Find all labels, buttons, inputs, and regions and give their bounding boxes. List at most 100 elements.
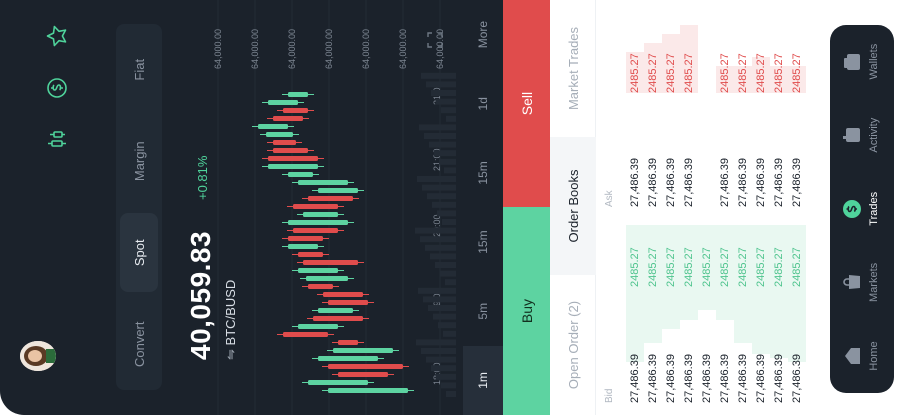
fullscreen-corner <box>427 32 432 37</box>
orderbook-row: 27,486.39 2485.27 27,486.39 2485.27 <box>788 0 806 415</box>
volume-bar <box>434 150 456 157</box>
volume-bar <box>428 305 456 311</box>
bid-amount: 2485.27 <box>719 247 731 287</box>
trade-actions: Buy Sell <box>503 0 550 415</box>
volume-bar <box>431 90 456 96</box>
candle-down <box>298 252 323 257</box>
bid-amount: 2485.27 <box>683 247 695 287</box>
bid-price: 27,486.39 <box>791 354 803 403</box>
ask-amount: 2485.27 <box>647 53 659 93</box>
orderbook-row: 27,486.39 2485.27 27,486.39 2485.27 <box>716 0 734 415</box>
buy-button[interactable]: Buy <box>503 207 550 415</box>
nav-item-activity[interactable]: Activity <box>830 98 894 172</box>
app-screen: Convert Spot Margin Fiat 40,059.83 +0.81% ⇋… <box>0 0 924 415</box>
tab-fiat[interactable]: Fiat <box>116 24 162 116</box>
timeframe-selector: 1m 5m 15m 15m 1d More <box>463 0 503 415</box>
nav-label: Home <box>868 341 880 371</box>
volume-bar <box>417 176 456 182</box>
candlestick-toggle-icon[interactable] <box>44 126 70 152</box>
markets-icon <box>840 270 864 294</box>
bid-column-header: Bid <box>604 388 615 403</box>
volume-bar <box>421 348 456 354</box>
timeframe-1d[interactable]: 1d <box>463 69 503 138</box>
volume-bar <box>441 382 456 389</box>
timeframe-5m[interactable]: 5m <box>463 277 503 346</box>
candle-down <box>313 316 363 321</box>
price-axis-label: 64,000.00 <box>435 29 445 69</box>
candle-down <box>283 332 328 337</box>
volume-bar <box>416 339 456 346</box>
candle-down <box>293 204 338 209</box>
bid-amount: 2485.27 <box>791 247 803 287</box>
bid-depth-bar <box>788 225 806 362</box>
candlestick-chart: 64,000.00 64,000.00 64,000.00 64,000.00 64,0… <box>213 0 456 415</box>
top-toolbar <box>0 0 90 415</box>
candle-down <box>268 156 318 161</box>
orderbook-tab-2[interactable]: Market Trades <box>550 0 596 137</box>
orderbook-tabs: Open Order (2) Order Books Market Trades <box>550 0 596 415</box>
volume-bar <box>436 373 456 380</box>
volume-bar <box>432 201 456 208</box>
candle-down <box>288 236 323 241</box>
candle-down <box>338 340 358 345</box>
orderbook-tab-0[interactable]: Open Order (2) <box>550 275 596 415</box>
nav-item-trades[interactable]: Trades <box>830 172 894 246</box>
orderbook-row: 27,486.39 2485.27 <box>698 0 716 415</box>
price-axis-label: 64,000.00 <box>213 29 223 69</box>
volume-bar <box>424 133 456 139</box>
candle-up <box>318 308 353 313</box>
nav-item-markets[interactable]: Markets <box>830 245 894 319</box>
volume-bar <box>431 365 456 372</box>
sell-button[interactable]: Sell <box>503 0 550 207</box>
wallets-icon <box>840 50 864 74</box>
candle-up <box>298 268 338 273</box>
orderbook-row: 27,486.39 2485.27 27,486.39 2485.27 <box>752 0 770 415</box>
timeframe-15m[interactable]: 15m <box>463 208 503 277</box>
ask-price: 27,486.39 <box>737 158 749 207</box>
nav-item-wallets[interactable]: Wallets <box>830 25 894 99</box>
trades-icon <box>840 197 864 221</box>
orderbook-panel: Open Order (2) Order Books Market Trades B… <box>550 0 924 415</box>
volume-bar <box>441 107 456 114</box>
timeframe-more[interactable]: More <box>463 0 503 69</box>
ask-price: 27,486.39 <box>683 158 695 207</box>
bid-amount: 2485.27 <box>737 247 749 287</box>
bid-amount: 2485.27 <box>773 247 785 287</box>
candle-up <box>298 324 338 329</box>
candle-up <box>318 188 358 193</box>
nav-label: Activity <box>868 117 880 153</box>
volume-bar <box>427 193 456 200</box>
bid-price: 27,486.39 <box>737 354 749 403</box>
nav-item-home[interactable]: Home <box>830 319 894 393</box>
candle-up <box>288 244 318 249</box>
tab-spot[interactable]: Spot <box>120 213 158 293</box>
candle-down <box>283 108 308 113</box>
volume-bar <box>419 124 456 131</box>
timeframe-15m[interactable]: 15m <box>463 138 503 207</box>
tab-margin[interactable]: Margin <box>116 116 162 208</box>
bid-depth-bar <box>752 225 770 355</box>
candle-up <box>266 132 293 137</box>
bid-price: 27,486.39 <box>755 354 767 403</box>
timeframe-1m[interactable]: 1m <box>463 345 503 415</box>
ask-amount: 2485.27 <box>665 53 677 93</box>
volume-bar <box>443 330 456 337</box>
fullscreen-corner <box>427 43 432 48</box>
price-axis-label: 64,000.00 <box>398 29 408 69</box>
orderbook-tab-1[interactable]: Order Books <box>550 137 596 275</box>
home-icon <box>840 344 864 368</box>
candle-down <box>293 228 338 233</box>
ask-amount: 2485.27 <box>755 53 767 93</box>
candle-up <box>303 212 338 217</box>
candle-down <box>303 260 358 265</box>
tab-convert[interactable]: Convert <box>116 299 162 391</box>
volume-bar <box>439 158 456 165</box>
volume-bar <box>444 167 456 174</box>
volume-bar <box>425 244 456 251</box>
candle-up <box>288 220 348 225</box>
dollar-icon[interactable] <box>44 75 70 101</box>
star-icon[interactable] <box>44 23 70 49</box>
candle-up <box>258 124 288 129</box>
bid-price: 27,486.39 <box>647 354 659 403</box>
time-axis-label: 20:00 <box>432 214 442 237</box>
